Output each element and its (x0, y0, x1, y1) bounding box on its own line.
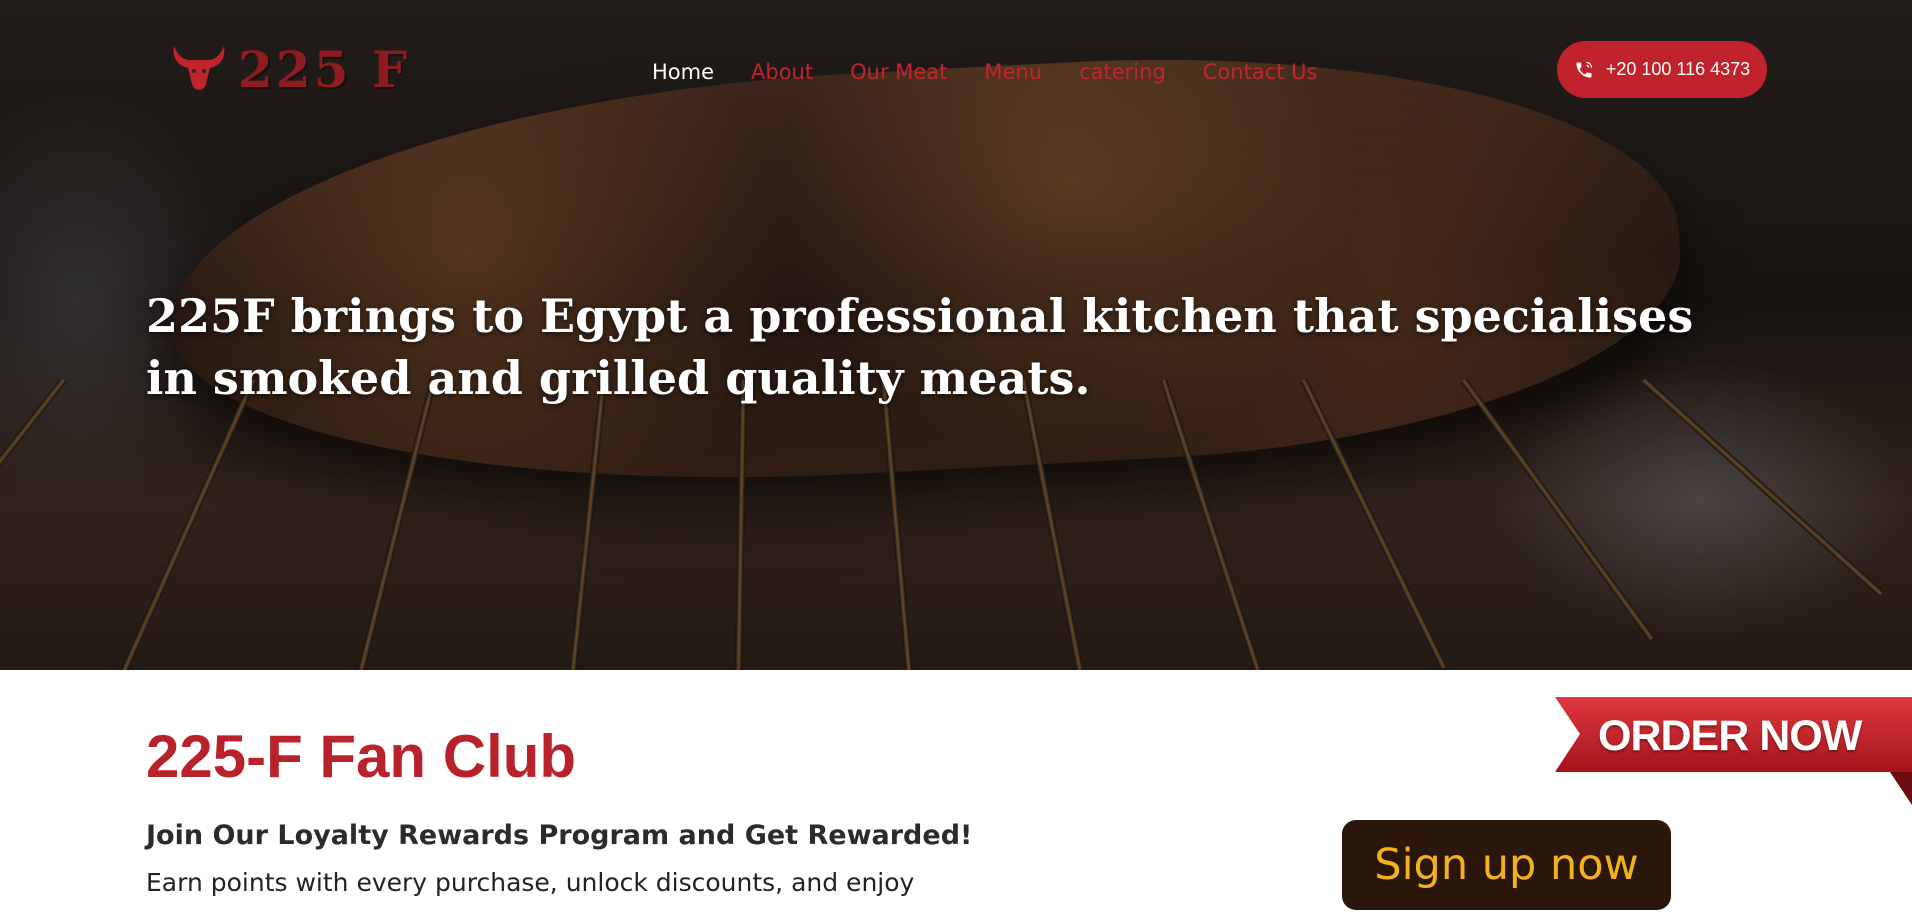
site-logo[interactable]: 225 F (170, 44, 410, 96)
bull-icon (173, 46, 225, 90)
nav-about[interactable]: About (751, 58, 813, 86)
hero-section: 225 F Home About Our Meat Menu catering … (0, 0, 1912, 670)
signup-button[interactable]: Sign up now (1342, 820, 1671, 910)
phone-button[interactable]: +20 100 116 4373 (1557, 41, 1767, 98)
order-now-button[interactable]: ORDER NOW (1598, 710, 1898, 762)
phone-icon (1576, 61, 1593, 77)
nav-home[interactable]: Home (652, 58, 714, 86)
nav-our-meat[interactable]: Our Meat (850, 58, 947, 86)
fan-club-title: 225-F Fan Club (146, 723, 577, 790)
loyalty-description: Earn points with every purchase, unlock … (146, 868, 915, 897)
nav-catering[interactable]: catering (1079, 58, 1166, 86)
hero-headline: 225F brings to Egypt a professional kitc… (146, 289, 1694, 405)
logo-text: 225 F (238, 40, 411, 99)
nav-contact-us[interactable]: Contact Us (1203, 58, 1318, 86)
nav-menu[interactable]: Menu (984, 58, 1042, 86)
phone-number: +20 100 116 4373 (1605, 59, 1751, 79)
loyalty-heading: Join Our Loyalty Rewards Program and Get… (146, 820, 973, 851)
main-nav: Home About Our Meat Menu catering Contac… (652, 58, 1354, 86)
